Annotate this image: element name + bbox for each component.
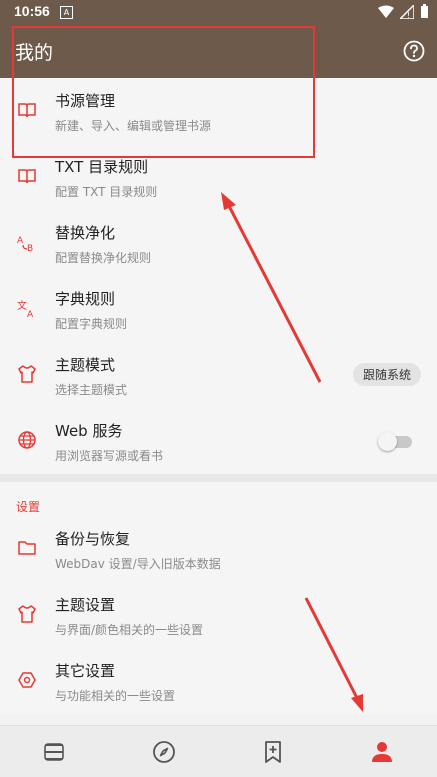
theme-mode-chip[interactable]: 跟随系统 [352, 363, 421, 386]
svg-text:A: A [17, 236, 24, 246]
page-title: 我的 [15, 42, 54, 64]
wifi-icon [378, 5, 394, 18]
notification-icon: A [60, 6, 73, 19]
shirt-icon [18, 605, 36, 623]
item-subtitle: 配置 TXT 目录规则 [55, 185, 158, 199]
svg-text:!: ! [407, 11, 410, 19]
menu-theme-settings[interactable]: 主题设置 与界面/颜色相关的一些设置 [0, 582, 437, 648]
item-subtitle: 用浏览器写源或看书 [55, 449, 164, 463]
globe-icon [18, 431, 36, 449]
item-title: 主题模式 [55, 356, 116, 374]
battery-icon [421, 4, 428, 18]
rss-icon[interactable] [261, 740, 285, 764]
item-title: 主题设置 [55, 596, 116, 614]
hexagon-icon [18, 672, 36, 688]
section-divider [0, 474, 437, 482]
status-time: 10:56 [14, 3, 50, 19]
translate-icon: 文A [17, 299, 34, 318]
main-list: 书源管理 新建、导入、编辑或管理书源 TXT 目录规则 配置 TXT 目录规则 … [0, 78, 437, 714]
svg-text:A: A [27, 310, 34, 318]
menu-other-settings[interactable]: 其它设置 与功能相关的一些设置 [0, 648, 437, 714]
settings-section: 设置 备份与恢复 WebDav 设置/导入旧版本数据 主题设置 与界面/颜色相关… [0, 482, 437, 714]
signal-icon: ! [400, 4, 414, 19]
discover-icon[interactable] [152, 740, 176, 764]
settings-header: 设置 [0, 482, 437, 516]
item-subtitle: WebDav 设置/导入旧版本数据 [55, 557, 221, 571]
menu-txt-rules[interactable]: TXT 目录规则 配置 TXT 目录规则 [0, 144, 437, 210]
book-icon [18, 103, 36, 118]
item-title: 其它设置 [55, 662, 116, 680]
item-subtitle: 新建、导入、编辑或管理书源 [55, 119, 212, 133]
item-subtitle: 配置替换净化规则 [55, 251, 152, 265]
svg-text:B: B [27, 244, 33, 252]
item-subtitle: 配置字典规则 [55, 317, 128, 331]
replace-icon: AB [17, 236, 33, 252]
item-title: 字典规则 [55, 290, 116, 308]
menu-dict-rules[interactable]: 文A 字典规则 配置字典规则 [0, 276, 437, 342]
item-title: TXT 目录规则 [55, 158, 149, 176]
app-bar: 我的 [0, 24, 437, 78]
svg-text:文: 文 [17, 299, 27, 312]
item-title: Web 服务 [55, 422, 123, 440]
bottom-nav [0, 725, 437, 777]
menu-book-source[interactable]: 书源管理 新建、导入、编辑或管理书源 [0, 78, 437, 144]
folder-icon [18, 541, 36, 555]
my-section: 书源管理 新建、导入、编辑或管理书源 TXT 目录规则 配置 TXT 目录规则 … [0, 78, 437, 474]
status-icons: ! [378, 4, 429, 19]
item-subtitle: 与界面/颜色相关的一些设置 [55, 623, 204, 637]
bookshelf-icon[interactable] [42, 740, 66, 764]
item-title: 书源管理 [55, 92, 116, 110]
web-service-toggle[interactable] [378, 432, 412, 451]
item-subtitle: 选择主题模式 [55, 383, 128, 397]
menu-web-service[interactable]: Web 服务 用浏览器写源或看书 [0, 408, 437, 474]
menu-backup-restore[interactable]: 备份与恢复 WebDav 设置/导入旧版本数据 [0, 516, 437, 582]
shirt-icon [18, 365, 36, 383]
item-title: 备份与恢复 [55, 530, 131, 548]
toggle-knob [378, 432, 397, 451]
item-subtitle: 与功能相关的一些设置 [55, 689, 176, 703]
item-title: 替换净化 [55, 224, 116, 242]
help-icon[interactable] [403, 40, 425, 62]
my-icon[interactable] [370, 740, 394, 764]
book-icon [18, 169, 36, 184]
status-bar: 10:56 A ! [0, 0, 437, 24]
menu-theme-mode[interactable]: 主题模式 选择主题模式 跟随系统 [0, 342, 437, 408]
menu-replace-rules[interactable]: AB 替换净化 配置替换净化规则 [0, 210, 437, 276]
settings-header-label: 设置 [16, 500, 41, 514]
